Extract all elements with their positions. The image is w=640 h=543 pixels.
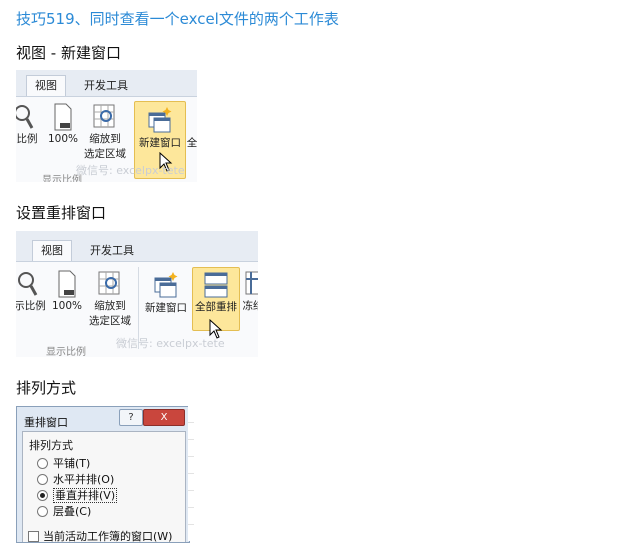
arrange-all-icon xyxy=(204,272,228,298)
radio-cascade-label: 层叠(C) xyxy=(53,505,92,518)
new-window-icon xyxy=(148,107,172,133)
zoom-to-selection-button[interactable]: 缩放到 选定区域 xyxy=(82,102,128,162)
radio-vertical-label: 垂直并排(V) xyxy=(53,488,118,503)
article-title: 技巧519、同时查看一个excel文件的两个工作表 xyxy=(16,10,339,28)
arrange-all-label: 全部重排 xyxy=(195,301,237,313)
new-window-icon xyxy=(154,272,178,298)
radio-tiled-label: 平铺(T) xyxy=(53,457,91,470)
radio-circle xyxy=(37,505,48,517)
watermark: 微信号: excelpx-tete xyxy=(116,337,225,350)
zoom-100-button[interactable]: 100% xyxy=(46,102,80,147)
zoom-100-label: 100% xyxy=(51,300,83,312)
radio-circle xyxy=(37,473,48,485)
zoom-100-label: 100% xyxy=(47,133,79,145)
freeze-panes-icon xyxy=(245,271,258,295)
ribbon-screenshot-new-window: 视图 开发工具 比例 100% 缩放到 选定区域 新建窗口 全 显示比例 微信号… xyxy=(16,70,197,182)
new-window-button[interactable]: 新建窗口 xyxy=(142,269,190,316)
arrange-all-button-partial[interactable]: 全 xyxy=(185,136,197,151)
zoom-selection-label-2: 选定区域 xyxy=(89,315,131,327)
zoom-label: 比例 xyxy=(16,133,38,145)
section-heading-arrangement: 排列方式 xyxy=(16,379,77,397)
tab-view[interactable]: 视图 xyxy=(26,75,66,96)
ribbon-tab-bar: 视图 开发工具 xyxy=(16,231,258,262)
dialog-body: 排列方式 平铺(T) 水平并排(O) 垂直并排(V) 层叠(C) 当前活动工作簿… xyxy=(22,431,186,543)
zoom-to-selection-button[interactable]: 缩放到 选定区域 xyxy=(86,269,134,329)
radio-horizontal[interactable]: 水平并排(O) xyxy=(37,473,114,487)
new-window-label: 新建窗口 xyxy=(139,137,181,149)
zoom-selection-label-2: 选定区域 xyxy=(84,148,126,160)
watermark: 微信号: excelpx-tete xyxy=(76,164,185,177)
radio-cascade[interactable]: 层叠(C) xyxy=(37,505,91,519)
radio-circle xyxy=(37,457,48,469)
freeze-panes-label: 冻结 xyxy=(242,300,259,312)
tab-view[interactable]: 视图 xyxy=(32,240,72,261)
zoom-group-label: 显示比例 xyxy=(46,347,86,357)
zoom-selection-icon xyxy=(93,104,115,128)
section-heading-new-window: 视图 - 新建窗口 xyxy=(16,44,121,62)
radio-circle-selected xyxy=(37,489,48,501)
radio-vertical[interactable]: 垂直并排(V) xyxy=(37,488,118,503)
page-100-icon xyxy=(54,103,72,131)
close-button[interactable]: X xyxy=(143,409,185,426)
zoom-button[interactable]: 示比例 xyxy=(16,269,50,314)
zoom-selection-icon xyxy=(98,271,120,295)
section-heading-arrange-window: 设置重排窗口 xyxy=(16,204,107,222)
new-window-label: 新建窗口 xyxy=(145,302,187,314)
zoom-100-button[interactable]: 100% xyxy=(50,269,84,314)
checkbox-square xyxy=(28,530,39,542)
arrange-windows-dialog: 重排窗口 ? X 排列方式 平铺(T) 水平并排(O) 垂直并排(V) 层叠(C… xyxy=(16,406,190,543)
radio-tiled[interactable]: 平铺(T) xyxy=(37,457,90,471)
dialog-title: 重排窗口 xyxy=(24,416,68,429)
freeze-panes-button-partial[interactable]: 冻结 xyxy=(240,269,258,314)
magnifier-icon xyxy=(16,105,34,129)
page-100-icon xyxy=(58,270,76,298)
zoom-selection-label-1: 缩放到 xyxy=(89,133,121,145)
magnifier-icon xyxy=(18,272,38,296)
tab-developer[interactable]: 开发工具 xyxy=(76,76,136,96)
arrange-fieldset-label: 排列方式 xyxy=(29,439,73,452)
sheet-background-strip xyxy=(188,406,194,541)
ribbon-tab-bar: 视图 开发工具 xyxy=(16,70,197,97)
zoom-selection-label-1: 缩放到 xyxy=(94,300,126,312)
help-button[interactable]: ? xyxy=(119,409,143,426)
ribbon-screenshot-arrange-all: 视图 开发工具 示比例 100% 缩放到 选定区域 新建窗口 全部重排 冻 显示… xyxy=(16,231,258,357)
active-workbook-checkbox[interactable]: 当前活动工作簿的窗口(W) xyxy=(28,530,173,543)
active-workbook-checkbox-label: 当前活动工作簿的窗口(W) xyxy=(43,530,173,543)
zoom-label: 示比例 xyxy=(16,300,46,312)
radio-horizontal-label: 水平并排(O) xyxy=(53,473,115,486)
zoom-button[interactable]: 比例 xyxy=(16,102,44,147)
tab-developer[interactable]: 开发工具 xyxy=(82,241,142,261)
